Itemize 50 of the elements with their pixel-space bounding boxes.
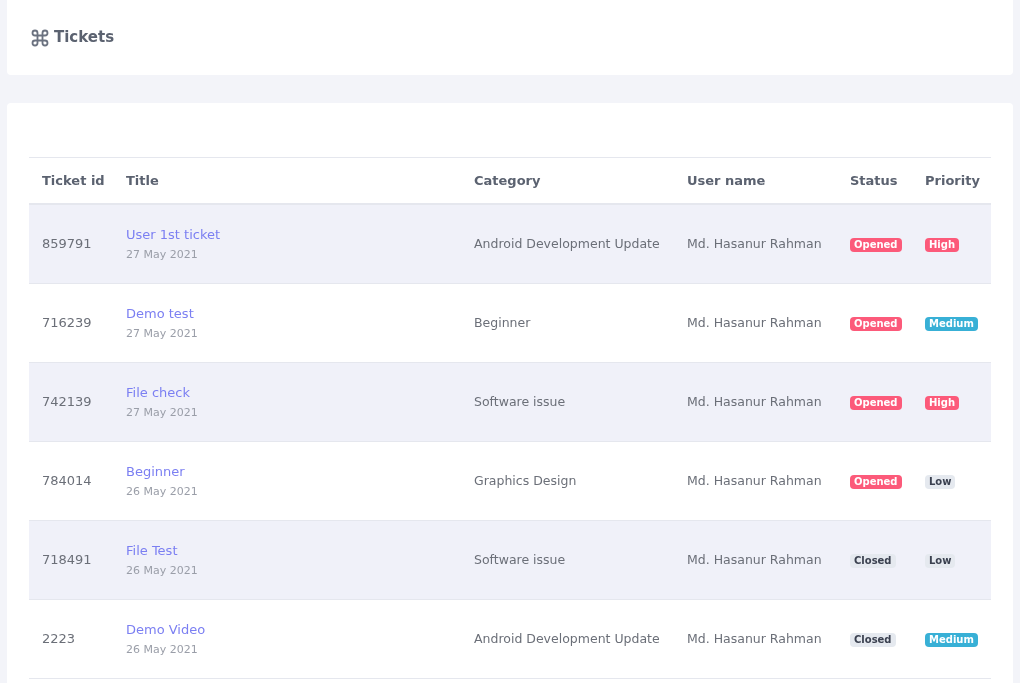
ticket-date: 26 May 2021 <box>126 483 198 500</box>
category-text: Graphics Design <box>474 473 577 489</box>
user-name: Md. Hasanur Rahman <box>687 394 822 410</box>
status-badge: High <box>925 396 960 411</box>
column-header: Ticket id <box>41 171 106 190</box>
category-text: Beginner <box>474 315 531 331</box>
column-header: Priority <box>924 171 981 190</box>
status-badge: Closed <box>850 633 896 648</box>
user-name: Md. Hasanur Rahman <box>687 631 822 647</box>
status-badge: Opened <box>850 396 902 411</box>
status-badge: Opened <box>850 317 902 332</box>
ticket-title-link[interactable]: Beginner <box>126 462 185 482</box>
status-badge: Medium <box>925 633 978 648</box>
ticket-date: 26 May 2021 <box>126 562 198 579</box>
ticket-title-link[interactable]: File Test <box>126 541 178 561</box>
ticket-id: 718491 <box>42 552 92 568</box>
ticket-date: 27 May 2021 <box>126 404 198 421</box>
category-text: Software issue <box>474 552 566 568</box>
user-name: Md. Hasanur Rahman <box>687 552 822 568</box>
column-header: Category <box>473 171 542 190</box>
category-text: Android Development Update <box>474 236 660 252</box>
status-badge: Low <box>925 475 956 490</box>
status-badge: Low <box>925 554 956 569</box>
ticket-id: 742139 <box>42 394 92 410</box>
ticket-date: 27 May 2021 <box>126 325 198 342</box>
user-name: Md. Hasanur Rahman <box>687 315 822 331</box>
ticket-id: 784014 <box>42 473 92 489</box>
column-header: User name <box>686 171 767 190</box>
user-name: Md. Hasanur Rahman <box>687 473 822 489</box>
ticket-id: 716239 <box>42 315 92 331</box>
column-header: Title <box>125 171 160 190</box>
ticket-title-link[interactable]: Demo Video <box>126 620 206 640</box>
column-header: Status <box>849 171 899 190</box>
ticket-id: 859791 <box>42 236 92 252</box>
ticket-date: 27 May 2021 <box>126 246 198 263</box>
status-badge: Opened <box>850 238 902 253</box>
status-badge: High <box>925 238 960 253</box>
category-text: Android Development Update <box>474 631 660 647</box>
user-name: Md. Hasanur Rahman <box>687 236 822 252</box>
command-icon <box>30 27 50 48</box>
status-badge: Medium <box>925 317 978 332</box>
ticket-date: 26 May 2021 <box>126 641 198 658</box>
ticket-title-link[interactable]: Demo test <box>126 304 194 324</box>
status-badge: Closed <box>850 554 896 569</box>
status-badge: Opened <box>850 475 902 490</box>
ticket-id: 2223 <box>42 631 76 647</box>
page-title: Tickets <box>54 27 115 49</box>
ticket-title-link[interactable]: File check <box>126 383 190 403</box>
ticket-title-link[interactable]: User 1st ticket <box>126 225 221 245</box>
category-text: Software issue <box>474 394 566 410</box>
